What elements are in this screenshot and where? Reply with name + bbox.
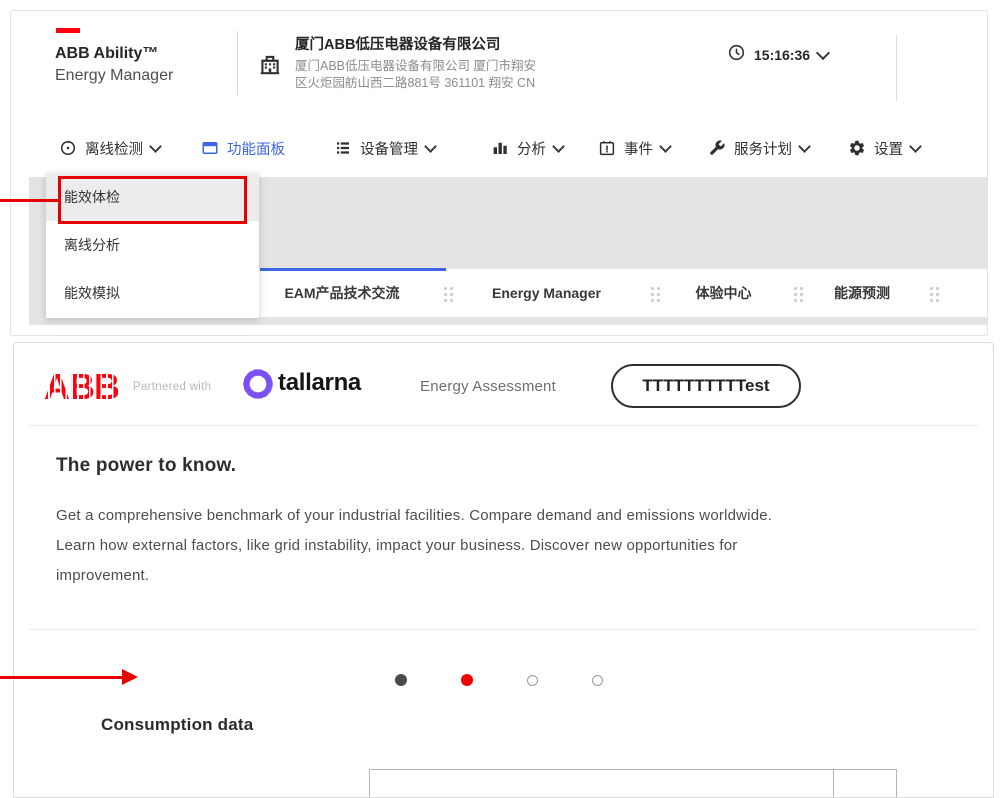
- tab-experience-center[interactable]: 体验中心: [687, 269, 760, 317]
- energy-assessment-window: ABB Partnered with tallarna Energy Asses…: [13, 342, 994, 798]
- current-time: 15:16:36: [754, 47, 810, 63]
- abb-logo: ABB: [44, 369, 119, 405]
- building-icon: [257, 51, 283, 82]
- company-address-line2: 区火炬园舫山西二路881号 361101 翔安 CN: [295, 72, 535, 91]
- nav-item-label: 设置: [874, 138, 903, 159]
- table-cell: [370, 770, 833, 798]
- table-cell: [833, 770, 896, 798]
- chevron-down-icon: [909, 140, 922, 153]
- consumption-table-fragment: [369, 769, 897, 798]
- drag-handle-icon[interactable]: [794, 287, 804, 303]
- annotation-arrow-shaft: [0, 676, 122, 679]
- drag-handle-icon[interactable]: [651, 287, 661, 303]
- section-title-consumption-data: Consumption data: [101, 715, 253, 735]
- menu-item-offline-analysis[interactable]: 离线分析: [46, 221, 259, 269]
- app-subtitle: Energy Manager: [55, 67, 173, 85]
- company-name[interactable]: 厦门ABB低压电器设备有限公司: [295, 33, 500, 54]
- drag-handle-icon[interactable]: [930, 287, 940, 303]
- carousel-dot[interactable]: [527, 675, 538, 686]
- divider: [29, 425, 978, 426]
- partnered-with-label: Partnered with: [133, 381, 211, 393]
- chevron-down-icon: [816, 46, 830, 60]
- gear-icon: [848, 139, 866, 157]
- tab-eam-product-exchange[interactable]: EAM产品技术交流: [267, 269, 417, 317]
- hero-description-line: Learn how external factors, like grid in…: [56, 531, 772, 561]
- nav-item-label: 设备管理: [360, 138, 418, 159]
- divider: [896, 35, 897, 101]
- tab-energy-manager[interactable]: Energy Manager: [481, 269, 612, 317]
- carousel-dots: [395, 674, 603, 686]
- annotation-connector-line: [0, 199, 58, 202]
- chevron-down-icon: [552, 140, 565, 153]
- nav-item-dashboard[interactable]: 功能面板: [201, 133, 285, 163]
- nav-item-analysis[interactable]: 分析: [491, 133, 563, 163]
- nav-item-label: 分析: [517, 138, 546, 159]
- nav-item-label: 离线检测: [85, 138, 143, 159]
- chevron-down-icon: [424, 140, 437, 153]
- carousel-dot[interactable]: [592, 675, 603, 686]
- hero-description-line: Get a comprehensive benchmark of your in…: [56, 501, 772, 531]
- carousel-dot[interactable]: [461, 674, 473, 686]
- energy-manager-window: ABB Ability™ Energy Manager 厦门ABB低压电器设备有…: [10, 10, 988, 336]
- account-button[interactable]: TTTTTTTTTTest: [611, 364, 801, 408]
- nav-item-offline-detection[interactable]: 离线检测: [59, 133, 160, 163]
- nav-item-service-plan[interactable]: 服务计划: [708, 133, 809, 163]
- dashboard-icon: [201, 139, 219, 157]
- sync-icon: [59, 139, 77, 157]
- carousel-dot[interactable]: [395, 674, 407, 686]
- divider: [29, 629, 978, 630]
- calendar-alert-icon: [598, 139, 616, 157]
- divider: [237, 31, 238, 95]
- drag-handle-icon[interactable]: [444, 287, 454, 303]
- bar-chart-icon: [491, 139, 509, 157]
- menu-item-energy-simulation[interactable]: 能效模拟: [46, 269, 259, 317]
- chevron-down-icon: [149, 140, 162, 153]
- nav-item-settings[interactable]: 设置: [848, 133, 920, 163]
- tallarna-logo-icon: [240, 366, 276, 407]
- chevron-down-icon: [659, 140, 672, 153]
- annotation-arrow-head: [122, 669, 138, 685]
- clock-icon: [727, 43, 746, 67]
- abb-brand-dash: [56, 28, 80, 33]
- nav-item-label: 功能面板: [227, 138, 285, 159]
- tab-energy-forecast[interactable]: 能源预测: [826, 269, 898, 317]
- chevron-down-icon: [798, 140, 811, 153]
- hero-description-line: improvement.: [56, 561, 772, 591]
- list-icon: [334, 139, 352, 157]
- time-selector[interactable]: 15:16:36: [727, 43, 828, 67]
- nav-item-events[interactable]: 事件: [598, 133, 670, 163]
- wrench-icon: [708, 139, 726, 157]
- tallarna-logo-text: tallarna: [278, 369, 361, 397]
- hero-description: Get a comprehensive benchmark of your in…: [56, 501, 772, 591]
- nav-item-label: 事件: [624, 138, 653, 159]
- nav-item-device-management[interactable]: 设备管理: [334, 133, 435, 163]
- nav-item-label: 服务计划: [734, 138, 792, 159]
- hero-title: The power to know.: [56, 455, 236, 477]
- annotation-highlight-box: [58, 176, 247, 224]
- product-name: Energy Assessment: [420, 378, 556, 395]
- app-title: ABB Ability™: [55, 45, 158, 63]
